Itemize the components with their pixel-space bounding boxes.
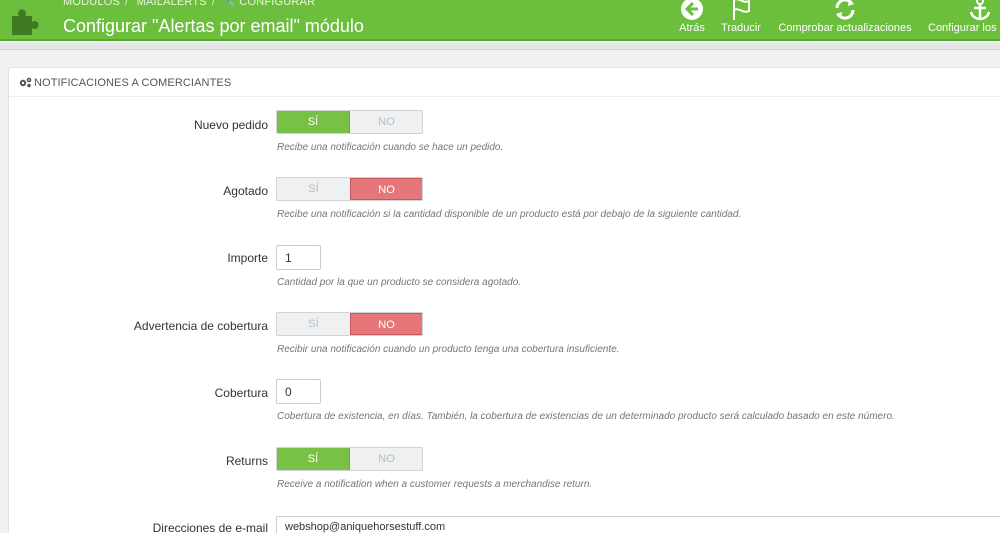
refresh-icon <box>835 0 855 20</box>
cobertura-input[interactable]: 0 <box>276 379 321 404</box>
importe-label: Importe <box>227 251 268 265</box>
email-addresses-input[interactable]: webshop@aniquehorsestuff.com <box>276 516 1000 533</box>
returns-help: Receive a notification when a customer r… <box>277 479 593 490</box>
breadcrumb-modulos[interactable]: MÓDULOS <box>63 0 120 8</box>
configure-button[interactable]: Configurar los <box>926 0 1000 39</box>
gears-icon <box>19 77 32 88</box>
flag-icon <box>733 0 750 20</box>
anchor-icon <box>969 0 991 21</box>
importe-help: Cantidad por la que un producto se consi… <box>277 277 522 288</box>
breadcrumb-configurar: CONFIGURAR <box>239 0 316 8</box>
returns-yes[interactable]: SÍ <box>277 448 350 470</box>
agotado-switch: SÍ NO <box>276 177 423 201</box>
returns-switch: SÍ NO <box>276 447 423 471</box>
back-label: Atrás <box>679 22 705 34</box>
returns-no[interactable]: NO <box>350 448 422 470</box>
configure-label: Configurar los <box>928 22 997 34</box>
agotado-yes[interactable]: SÍ <box>277 178 350 200</box>
translate-label: Traducir <box>721 22 761 34</box>
advertencia-cobertura-label: Advertencia de cobertura <box>133 319 268 333</box>
agotado-help: Recibe una notificación si la cantidad d… <box>277 209 742 220</box>
agotado-no[interactable]: NO <box>350 178 422 200</box>
agotado-label: Agotado <box>223 184 268 198</box>
nuevo-pedido-yes[interactable]: SÍ <box>277 111 350 133</box>
notifications-panel: NOTIFICACIONES A COMERCIANTES <box>8 67 1000 533</box>
panel-heading: NOTIFICACIONES A COMERCIANTES <box>9 68 1000 97</box>
cobertura-help: Cobertura de existencia, en días. Tambié… <box>277 411 895 422</box>
advertencia-cobertura-help: Recibir una notificación cuando un produ… <box>277 344 620 355</box>
page-title: Configurar "Alertas por email" módulo <box>63 16 364 36</box>
cobertura-label: Cobertura <box>214 386 268 400</box>
check-updates-button[interactable]: Comprobar actualizaciones <box>772 0 918 39</box>
back-circle-icon <box>681 0 703 20</box>
nuevo-pedido-help: Recibe una notificación cuando se hace u… <box>277 142 504 153</box>
check-updates-label: Comprobar actualizaciones <box>778 22 912 34</box>
nuevo-pedido-label: Nuevo pedido <box>193 118 268 132</box>
translate-button[interactable]: Traducir <box>716 0 766 39</box>
page-header: MÓDULOS / MAILALERTS / 🔧 CONFIGURAR Config… <box>0 0 1000 41</box>
advertencia-cobertura-no[interactable]: NO <box>350 313 422 335</box>
importe-input[interactable]: 1 <box>276 245 321 270</box>
nuevo-pedido-no[interactable]: NO <box>350 111 422 133</box>
advertencia-cobertura-switch: SÍ NO <box>276 312 423 336</box>
returns-label: Returns <box>225 454 268 468</box>
email-addresses-label: Direcciones de e-mail <box>152 521 268 533</box>
header-shadow-strip <box>0 43 1000 50</box>
puzzle-icon <box>12 9 39 35</box>
advertencia-cobertura-yes[interactable]: SÍ <box>277 313 350 335</box>
panel-heading-text: NOTIFICACIONES A COMERCIANTES <box>34 77 232 89</box>
wrench-icon: 🔧 <box>223 0 237 8</box>
back-button[interactable]: Atrás <box>672 0 712 39</box>
breadcrumb-mailalerts[interactable]: MAILALERTS <box>137 0 207 8</box>
breadcrumb: MÓDULOS / MAILALERTS / 🔧 CONFIGURAR <box>63 0 315 8</box>
nuevo-pedido-switch: SÍ NO <box>276 110 423 134</box>
